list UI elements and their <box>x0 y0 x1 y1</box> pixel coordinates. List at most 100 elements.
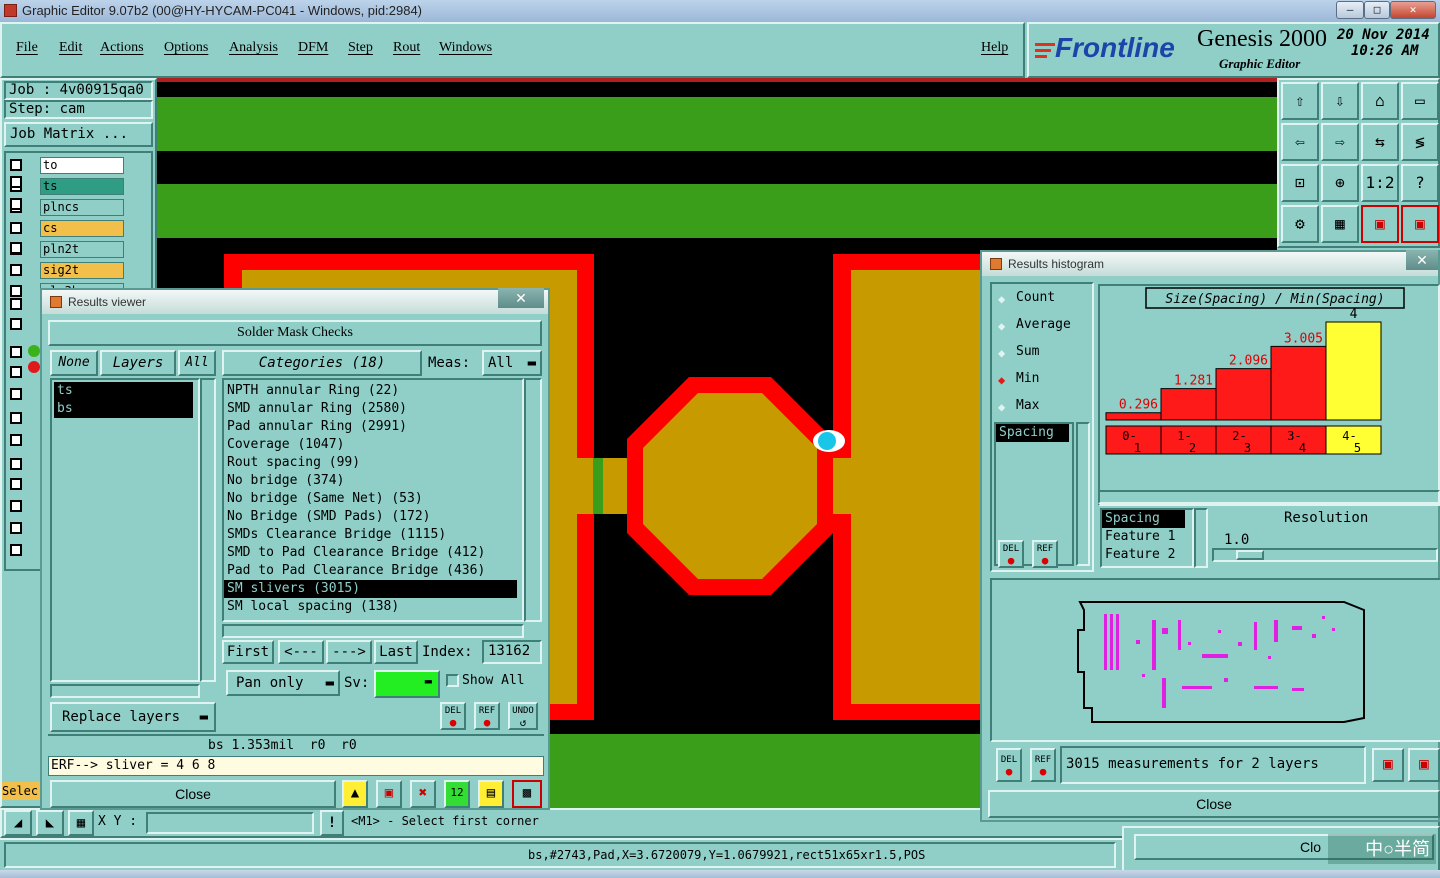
spacing-list-item[interactable]: Spacing <box>996 424 1069 442</box>
layer-select-icon[interactable]: ▣ <box>1361 205 1399 243</box>
report-icon[interactable]: ▤ <box>478 780 504 808</box>
hist-ref-button[interactable]: REF ● <box>1032 540 1058 568</box>
field-list-scrollbar[interactable] <box>1194 508 1208 568</box>
grid-icon[interactable]: ▦ <box>1321 205 1359 243</box>
right-arrow-icon[interactable]: ⇨ <box>1321 123 1359 161</box>
layer-item-cs[interactable]: cs <box>40 220 124 237</box>
highlight-icon[interactable]: ▲ <box>342 780 368 808</box>
menu-edit[interactable]: Edit <box>59 40 82 56</box>
layer-checkbox[interactable] <box>10 198 22 210</box>
measure-icon[interactable]: ◣ <box>36 810 64 836</box>
hist-del-button[interactable]: DEL ● <box>998 540 1024 568</box>
category-item[interactable]: SMDs Clearance Bridge (1115) <box>224 526 517 544</box>
settings-icon[interactable]: ⚙ <box>1281 205 1319 243</box>
category-item[interactable]: SM local spacing (138) <box>224 598 517 616</box>
ref-cross-icon[interactable]: ✖ <box>410 780 436 808</box>
option-min[interactable]: Min <box>1016 369 1039 389</box>
field-item[interactable]: Feature 2 <box>1102 546 1185 564</box>
left-arrow-icon[interactable]: ⇦ <box>1281 123 1319 161</box>
category-item[interactable]: No bridge (Same Net) (53) <box>224 490 517 508</box>
radio-min-icon[interactable]: ◆ <box>998 373 1005 387</box>
option-sum[interactable]: Sum <box>1016 342 1039 362</box>
category-item[interactable]: SM slivers (3015) <box>224 580 517 598</box>
overview-ref-button[interactable]: REF ● <box>1030 748 1056 782</box>
results-viewer-close-button[interactable]: Close <box>50 780 336 808</box>
step-12-icon[interactable]: 12 <box>444 780 470 808</box>
radio-max-icon[interactable]: ◆ <box>998 400 1005 414</box>
layer-checkbox[interactable] <box>10 222 22 234</box>
board-overview[interactable] <box>990 578 1440 742</box>
layer-item-pln2t[interactable]: pln2t <box>40 241 124 258</box>
category-item[interactable]: Pad to Pad Clearance Bridge (436) <box>224 562 517 580</box>
undo-button[interactable]: UNDO ↺ <box>508 702 538 730</box>
option-max[interactable]: Max <box>1016 396 1039 416</box>
category-item[interactable]: SMD annular Ring (2580) <box>224 400 517 418</box>
category-item[interactable]: NPTH annular Ring (22) <box>224 382 517 400</box>
xy-input[interactable] <box>146 812 314 834</box>
menu-dfm[interactable]: DFM <box>298 40 328 56</box>
layer-list-scrollbar[interactable] <box>200 378 216 682</box>
replace-layers-button[interactable]: Replace layers ▬ <box>50 702 216 732</box>
layer-checkbox[interactable] <box>10 285 22 297</box>
menu-windows[interactable]: Windows <box>439 40 492 56</box>
layer-checkbox[interactable] <box>10 434 22 446</box>
categories-button[interactable]: Categories (18) <box>222 350 422 376</box>
ref-button[interactable]: REF ● <box>474 702 500 730</box>
zoom-icon[interactable]: ⊕ <box>1321 164 1359 202</box>
menu-file[interactable]: File <box>16 40 38 56</box>
fit-icon[interactable]: ⊡ <box>1281 164 1319 202</box>
result-layer-bs[interactable]: bs <box>54 400 193 418</box>
category-item[interactable]: Coverage (1047) <box>224 436 517 454</box>
last-button[interactable]: Last <box>374 640 418 664</box>
close-window-button[interactable]: ✕ <box>1390 1 1436 19</box>
layer-list-hscroll[interactable] <box>50 684 200 698</box>
layer-item-plncs[interactable]: plncs <box>40 199 124 216</box>
layer-checkbox[interactable] <box>10 318 22 330</box>
sv-color-dropdown[interactable]: ▬ <box>374 670 440 698</box>
pan-only-dropdown[interactable]: Pan only ▬ <box>226 670 340 696</box>
resolution-slider-handle[interactable] <box>1236 550 1264 560</box>
category-list-hscroll[interactable] <box>222 624 524 638</box>
layer-checkbox[interactable] <box>10 159 22 171</box>
result-layer-ts[interactable]: ts <box>54 382 193 400</box>
zoom-window-icon[interactable]: ◢ <box>4 810 32 836</box>
histogram-icon[interactable]: ▩ <box>512 780 542 808</box>
menu-rout[interactable]: Rout <box>393 40 420 56</box>
histogram-close-button[interactable]: Close <box>988 790 1440 818</box>
category-item[interactable]: No bridge (374) <box>224 472 517 490</box>
category-item[interactable]: Rout spacing (99) <box>224 454 517 472</box>
meas-dropdown[interactable]: All ▬ <box>482 350 542 376</box>
menu-step[interactable]: Step <box>348 40 373 56</box>
layer-checkbox[interactable] <box>10 298 22 310</box>
menu-help[interactable]: Help <box>981 40 1008 56</box>
histogram-list-scrollbar[interactable] <box>1076 422 1090 566</box>
maximize-button[interactable]: □ <box>1364 1 1390 19</box>
radio-count-icon[interactable]: ◆ <box>998 292 1005 306</box>
radio-sum-icon[interactable]: ◆ <box>998 346 1005 360</box>
first-button[interactable]: First <box>222 640 274 664</box>
exit-icon[interactable]: ▣ <box>376 780 402 808</box>
info-icon[interactable]: ! <box>320 810 344 836</box>
layer-item-sig2t[interactable]: sig2t <box>40 262 124 279</box>
menu-actions[interactable]: Actions <box>100 40 144 56</box>
field-item[interactable]: Spacing <box>1102 510 1185 528</box>
layer-item-ts[interactable]: ts <box>40 178 124 195</box>
prev-button[interactable]: <--- <box>278 640 324 664</box>
scale-icon[interactable]: 1:2 <box>1361 164 1399 202</box>
index-input[interactable]: 13162 <box>482 640 542 664</box>
layer-checkbox[interactable] <box>10 522 22 534</box>
del-button[interactable]: DEL ● <box>440 702 466 730</box>
radio-average-icon[interactable]: ◆ <box>998 319 1005 333</box>
results-viewer-close-icon[interactable]: ✕ <box>498 288 544 308</box>
down-arrow-icon[interactable]: ⇩ <box>1321 82 1359 120</box>
show-all-checkbox[interactable] <box>446 674 459 687</box>
s-shape-icon[interactable]: ≶ <box>1401 123 1439 161</box>
category-item[interactable]: Pad annular Ring (2991) <box>224 418 517 436</box>
job-matrix-button[interactable]: Job Matrix ... <box>4 122 153 147</box>
resolution-slider[interactable] <box>1212 548 1438 562</box>
layer-checkbox[interactable] <box>10 412 22 424</box>
layer-item-to[interactable]: to <box>40 157 124 174</box>
option-average[interactable]: Average <box>1016 315 1071 335</box>
option-count[interactable]: Count <box>1016 288 1055 308</box>
next-button[interactable]: ---> <box>326 640 372 664</box>
